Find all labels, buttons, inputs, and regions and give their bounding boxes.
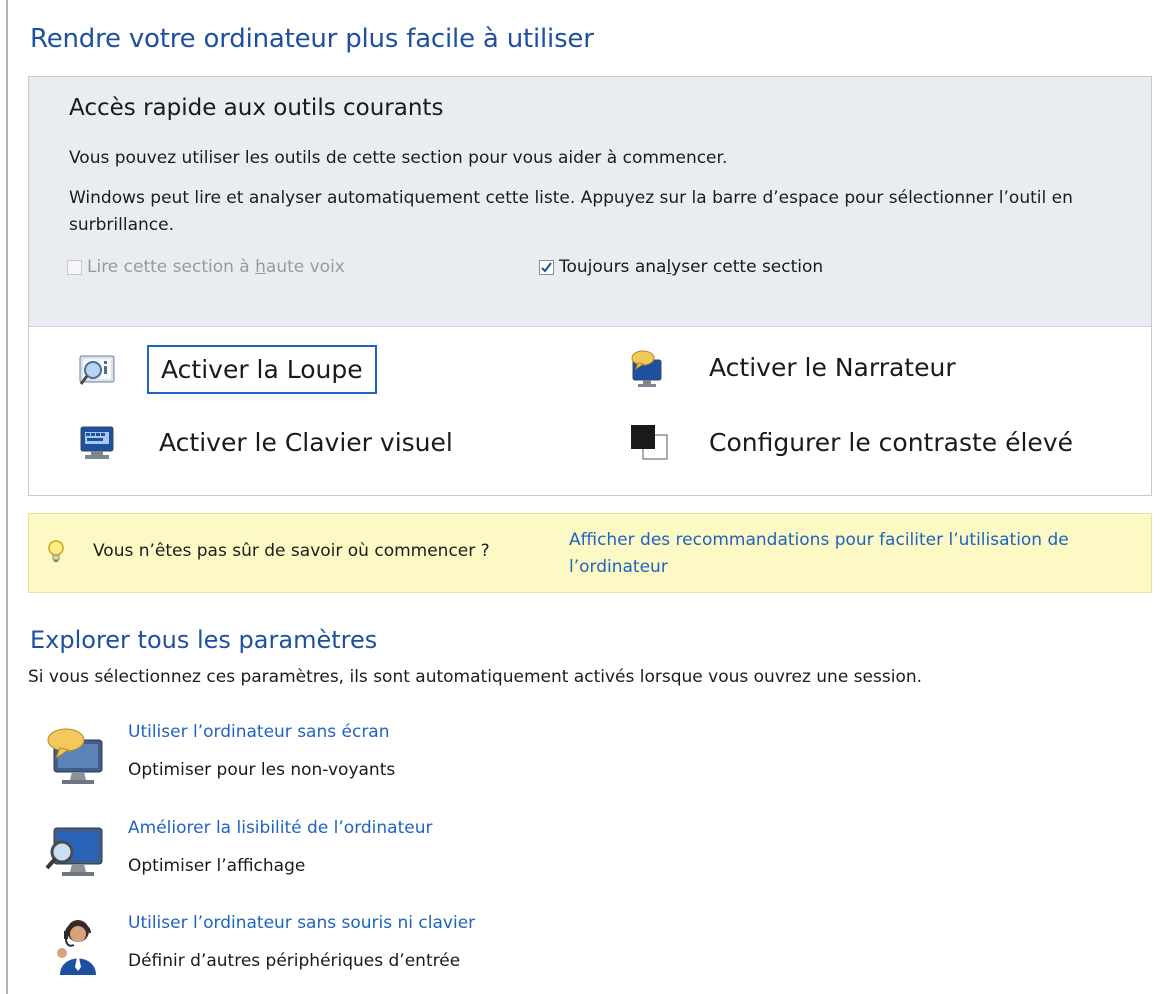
narrator-icon <box>627 348 667 388</box>
monitor-speech-icon <box>44 726 108 786</box>
person-headset-icon <box>44 917 108 977</box>
explore-settings-title: Explorer tous les paramètres <box>30 626 378 654</box>
tool-high-contrast[interactable]: Configurer le contraste élevé <box>627 420 1085 465</box>
always-scan-label: Toujours analyser cette section <box>559 257 824 277</box>
explore-settings-description: Si vous sélectionnez ces paramètres, ils… <box>28 667 923 687</box>
checkmark-icon <box>541 261 552 273</box>
recommendation-tip: Vous n’êtes pas sûr de savoir où commenc… <box>28 513 1152 593</box>
magnifier-icon <box>77 350 117 390</box>
read-aloud-label: Lire cette section à haute voix <box>87 257 345 277</box>
quick-access-intro: Vous pouvez utiliser les outils de cette… <box>69 148 728 168</box>
setting-item-no-display: Utiliser l’ordinateur sans écran Optimis… <box>44 722 744 792</box>
tool-on-screen-keyboard[interactable]: Activer le Clavier visuel <box>77 420 465 465</box>
tip-text: Vous n’êtes pas sûr de savoir où commenc… <box>93 541 490 561</box>
read-aloud-checkbox-box[interactable] <box>67 259 82 275</box>
on-screen-keyboard-icon <box>77 423 117 463</box>
tool-on-screen-keyboard-label[interactable]: Activer le Clavier visuel <box>147 420 465 465</box>
setting-item-no-mouse-keyboard: Utiliser l’ordinateur sans souris ni cla… <box>44 913 744 983</box>
tool-narrator[interactable]: Activer le Narrateur <box>627 345 968 390</box>
tool-narrator-label[interactable]: Activer le Narrateur <box>697 345 968 390</box>
recommendations-link[interactable]: Afficher des recommandations pour facili… <box>569 527 1159 581</box>
tool-high-contrast-label[interactable]: Configurer le contraste élevé <box>697 420 1085 465</box>
setting-readability-link[interactable]: Améliorer la lisibilité de l’ordinateur <box>128 818 433 838</box>
setting-readability-desc: Optimiser l’affichage <box>128 856 306 876</box>
left-border <box>6 0 8 994</box>
monitor-magnifier-icon <box>44 822 108 882</box>
lightbulb-icon <box>45 538 67 566</box>
always-scan-checkbox-box[interactable] <box>539 259 554 275</box>
setting-no-mouse-keyboard-desc: Définir d’autres périphériques d’entrée <box>128 951 461 971</box>
setting-no-display-link[interactable]: Utiliser l’ordinateur sans écran <box>128 722 390 742</box>
setting-no-display-desc: Optimiser pour les non-voyants <box>128 760 396 780</box>
quick-access-header: Accès rapide aux outils courants Vous po… <box>29 77 1151 327</box>
tool-magnifier[interactable]: Activer la Loupe <box>77 345 377 394</box>
quick-access-panel: Accès rapide aux outils courants Vous po… <box>28 76 1152 496</box>
tool-magnifier-label[interactable]: Activer la Loupe <box>147 345 377 394</box>
setting-item-readability: Améliorer la lisibilité de l’ordinateur … <box>44 818 744 888</box>
always-scan-checkbox[interactable]: Toujours analyser cette section <box>539 257 823 277</box>
setting-no-mouse-keyboard-link[interactable]: Utiliser l’ordinateur sans souris ni cla… <box>128 913 475 933</box>
quick-access-heading: Accès rapide aux outils courants <box>69 95 444 121</box>
read-aloud-checkbox[interactable]: Lire cette section à haute voix <box>67 257 345 277</box>
page-title: Rendre votre ordinateur plus facile à ut… <box>30 24 594 54</box>
quick-access-scan-info: Windows peut lire et analyser automatiqu… <box>69 188 1073 235</box>
high-contrast-icon <box>627 423 668 463</box>
